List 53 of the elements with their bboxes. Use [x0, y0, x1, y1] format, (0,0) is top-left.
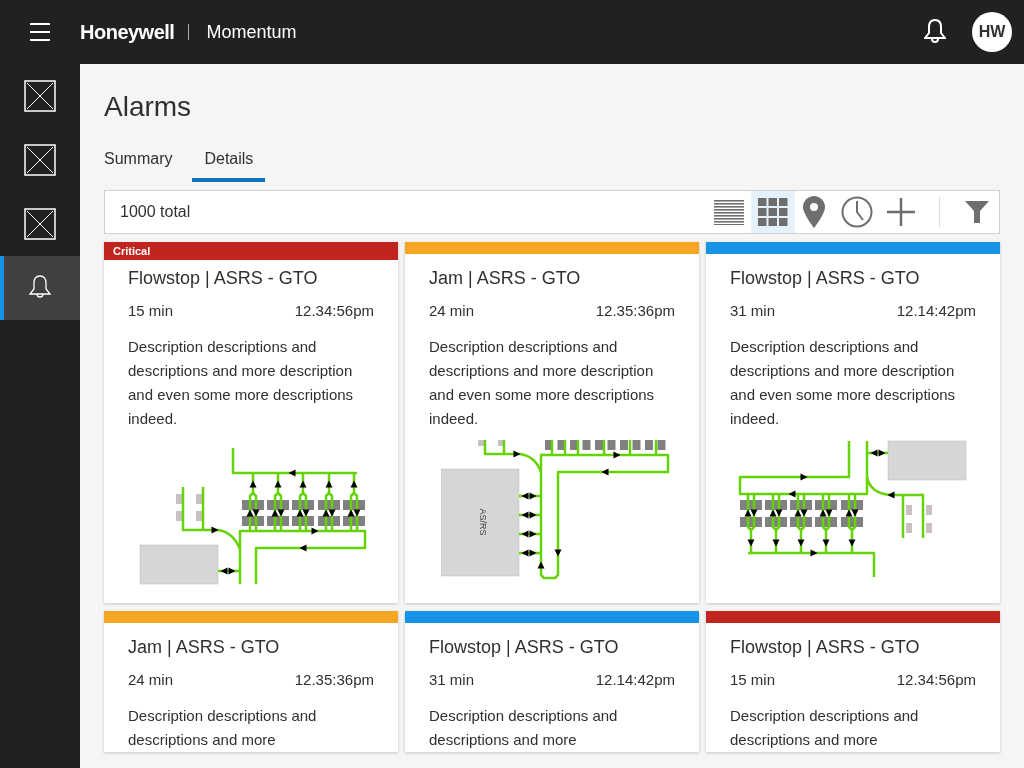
alarm-card[interactable]: Jam | ASRS - GTO 24 min 12.35:36pm Description descriptions and descriptions and more [104, 611, 398, 752]
alarm-title: Flowstop | ASRS - GTO [730, 636, 921, 659]
alarm-title: Jam | ASRS - GTO [429, 267, 582, 290]
alarm-description: Description descriptions and descriptions and more [730, 706, 920, 750]
alarm-description: Description descriptions and descriptions and more description and even some more descriptions indeed. [730, 337, 956, 429]
bell-icon [29, 275, 51, 301]
alarm-time: 12.35:36pm [294, 670, 374, 690]
alarm-time: 12.14:42pm [595, 670, 675, 690]
alarm-title: Flowstop | ASRS - GTO [128, 267, 319, 290]
alarm-duration: 24 min [128, 670, 174, 690]
alarm-card[interactable]: Flowstop | ASRS - GTO 31 min 12.14:42pm Description descriptions and descriptions and more [405, 611, 699, 752]
location-icon[interactable] [803, 196, 825, 228]
alarm-description: Description descriptions and descriptions and more description and even some more descriptions indeed. [128, 337, 354, 429]
alarm-description: Description descriptions and descriptions and more [128, 706, 318, 750]
storage-label: AS/RS [478, 508, 488, 536]
alarm-duration: 31 min [730, 301, 776, 321]
total-count: 1000 total [120, 202, 191, 222]
brand-logo: Honeywell [80, 20, 175, 45]
grid-icon [758, 198, 788, 226]
page-title: Alarms [104, 90, 193, 124]
user-avatar[interactable]: HW [972, 12, 1012, 52]
list-icon [714, 199, 744, 225]
alarm-description: Description descriptions and descriptions and more [429, 706, 619, 750]
alarm-card[interactable]: Flowstop | ASRS - GTO 31 min 12.14:42pm Description descriptions and descriptions and more description and even some more descriptions indeed. [706, 242, 1000, 603]
alarm-duration: 15 min [730, 670, 776, 690]
alarm-time: 12.34:56pm [294, 301, 374, 321]
placeholder-icon [24, 80, 56, 112]
alarm-time: 12.35:36pm [595, 301, 675, 321]
add-icon[interactable] [887, 198, 915, 226]
alarm-time: 12.14:42pm [896, 301, 976, 321]
clock-icon[interactable] [841, 196, 873, 228]
tab[interactable]: Details [192, 140, 266, 182]
alarm-title: Flowstop | ASRS - GTO [429, 636, 620, 659]
severity-label: Critical [113, 245, 151, 257]
alarm-card[interactable]: Flowstop | ASRS - GTO 15 min 12.34:56pm Description descriptions and descriptions and more [706, 611, 1000, 752]
tab[interactable]: Summary [104, 140, 173, 182]
alarm-duration: 15 min [128, 301, 174, 321]
sidebar-item[interactable] [0, 256, 80, 320]
placeholder-icon [24, 208, 56, 240]
filter-icon[interactable] [965, 201, 989, 223]
alarm-card[interactable]: Critical Flowstop | ASRS - GTO 15 min 12.34:56pm Description descriptions and descriptions and more description and even some more descriptions indeed. [104, 242, 398, 603]
alarm-title: Flowstop | ASRS - GTO [730, 267, 921, 290]
placeholder-icon [24, 144, 56, 176]
product-name: Momentum [206, 20, 297, 44]
alarm-duration: 31 min [429, 670, 475, 690]
alarm-time: 12.34:56pm [896, 670, 976, 690]
menu-icon[interactable] [30, 23, 50, 41]
alarm-description: Description descriptions and descriptions and more description and even some more descriptions indeed. [429, 337, 655, 429]
alarm-duration: 24 min [429, 301, 475, 321]
view-toggle[interactable] [751, 191, 795, 233]
notification-icon[interactable] [924, 19, 946, 45]
alarm-title: Jam | ASRS - GTO [128, 636, 281, 659]
alarm-card[interactable]: Jam | ASRS - GTO 24 min 12.35:36pm Description descriptions and descriptions and more description and even some more descriptions indeed. AS/RS [405, 242, 699, 603]
